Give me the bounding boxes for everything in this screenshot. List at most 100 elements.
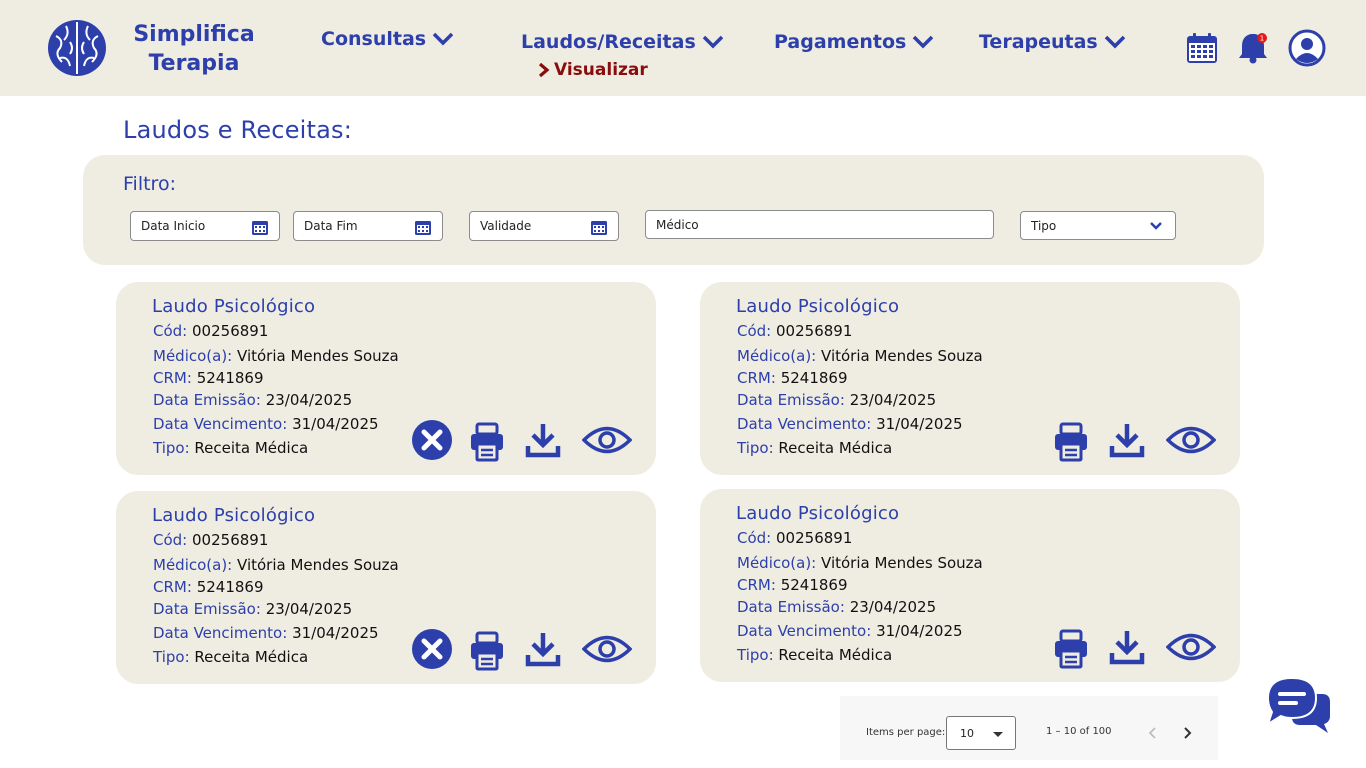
download-icon — [1109, 424, 1145, 458]
crm-row: CRM: 5241869 — [153, 369, 264, 387]
emissao-value: 23/04/2025 — [265, 600, 353, 618]
validade-field[interactable]: Validade — [469, 211, 619, 241]
tipo-value: Receita Médica — [778, 646, 893, 664]
nav-consultas-label: Consultas — [321, 28, 427, 50]
nav-consultas[interactable]: Consultas — [321, 28, 454, 50]
notification-badge: 1 — [1260, 35, 1264, 43]
calendar-icon[interactable] — [590, 218, 608, 236]
document-card: Laudo Psicológico Cód: 00256891 Médico(a… — [700, 489, 1240, 682]
chat-icon[interactable] — [1266, 676, 1330, 734]
nav-visualizar[interactable]: Visualizar — [538, 60, 648, 80]
page-title: Laudos e Receitas: — [123, 116, 353, 144]
tipo-row: Tipo: Receita Médica — [737, 439, 892, 457]
cod-row: Cód: 00256891 — [737, 322, 852, 340]
download-button[interactable] — [1109, 422, 1145, 458]
emissao-label: Data Emissão: — [737, 391, 845, 409]
validade-placeholder: Validade — [480, 219, 532, 233]
cod-value: 00256891 — [776, 529, 853, 547]
nav-laudos-receitas[interactable]: Laudos/Receitas — [521, 31, 724, 53]
view-button[interactable] — [582, 425, 632, 455]
view-button[interactable] — [1166, 632, 1216, 662]
crm-row: CRM: 5241869 — [737, 369, 848, 387]
chevron-down-icon — [432, 32, 454, 46]
tipo-select[interactable]: Tipo — [1020, 211, 1176, 240]
items-per-page-select[interactable]: 10 — [946, 716, 1016, 750]
printer-icon — [471, 422, 503, 462]
emissao-row: Data Emissão: 23/04/2025 — [153, 600, 352, 618]
card-title: Laudo Psicológico — [736, 296, 900, 317]
download-button[interactable] — [1109, 629, 1145, 665]
document-card: Laudo Psicológico Cód: 00256891 Médico(a… — [700, 282, 1240, 475]
page-range: 1 – 10 of 100 — [1046, 726, 1112, 737]
cod-value: 00256891 — [192, 322, 269, 340]
download-button[interactable] — [525, 422, 561, 458]
bell-icon[interactable]: 1 — [1238, 30, 1268, 64]
medico-row: Médico(a): Vitória Mendes Souza — [737, 347, 983, 365]
items-per-page-value: 10 — [960, 727, 974, 740]
medico-row: Médico(a): Vitória Mendes Souza — [153, 347, 399, 365]
brand-line-1: Simplifica — [133, 22, 255, 47]
download-icon — [1109, 631, 1145, 665]
emissao-value: 23/04/2025 — [849, 391, 937, 409]
crm-value: 5241869 — [196, 578, 264, 596]
nav-laudos-label: Laudos/Receitas — [521, 31, 696, 53]
view-button[interactable] — [582, 634, 632, 664]
medico-label: Médico(a): — [153, 347, 233, 365]
card-title: Laudo Psicológico — [736, 503, 900, 524]
vencimento-value: 31/04/2025 — [876, 415, 963, 433]
previous-page-button[interactable] — [1143, 723, 1163, 743]
view-button[interactable] — [1166, 425, 1216, 455]
data-fim-placeholder: Data Fim — [304, 219, 358, 233]
data-inicio-field[interactable]: Data Inicio — [130, 211, 280, 241]
user-avatar-icon[interactable] — [1288, 29, 1326, 67]
emissao-value: 23/04/2025 — [265, 391, 353, 409]
emissao-row: Data Emissão: 23/04/2025 — [153, 391, 352, 409]
nav-pagamentos[interactable]: Pagamentos — [774, 31, 934, 53]
print-button[interactable] — [469, 422, 505, 462]
vencimento-row: Data Vencimento: 31/04/2025 — [153, 624, 379, 642]
cancel-button[interactable] — [411, 628, 453, 670]
cod-value: 00256891 — [192, 531, 269, 549]
crm-row: CRM: 5241869 — [153, 578, 264, 596]
vencimento-value: 31/04/2025 — [292, 624, 379, 642]
vencimento-row: Data Vencimento: 31/04/2025 — [153, 415, 379, 433]
calendar-icon[interactable] — [1186, 32, 1218, 64]
print-button[interactable] — [469, 631, 505, 671]
tipo-placeholder: Tipo — [1031, 218, 1057, 233]
chevron-down-icon — [702, 35, 723, 49]
medico-value: Vitória Mendes Souza — [237, 556, 399, 574]
print-button[interactable] — [1053, 629, 1089, 669]
vencimento-label: Data Vencimento: — [737, 415, 872, 433]
data-inicio-placeholder: Data Inicio — [141, 219, 206, 233]
medico-label: Médico(a): — [737, 554, 817, 572]
emissao-row: Data Emissão: 23/04/2025 — [737, 391, 936, 409]
print-button[interactable] — [1053, 422, 1089, 462]
medico-value: Vitória Mendes Souza — [821, 554, 983, 572]
cod-value: 00256891 — [776, 322, 853, 340]
data-fim-field[interactable]: Data Fim — [293, 211, 443, 241]
emissao-value: 23/04/2025 — [849, 598, 937, 616]
download-icon — [525, 633, 561, 667]
crm-value: 5241869 — [196, 369, 264, 387]
calendar-icon[interactable] — [414, 218, 432, 236]
caret-down-icon — [993, 732, 1003, 737]
chevron-down-icon — [1104, 35, 1125, 49]
vencimento-row: Data Vencimento: 31/04/2025 — [737, 622, 963, 640]
vencimento-value: 31/04/2025 — [292, 415, 379, 433]
download-button[interactable] — [525, 631, 561, 667]
medico-field[interactable]: Médico — [645, 210, 994, 239]
filter-label: Filtro: — [123, 173, 176, 195]
emissao-row: Data Emissão: 23/04/2025 — [737, 598, 936, 616]
medico-row: Médico(a): Vitória Mendes Souza — [737, 554, 983, 572]
chevron-right-icon — [538, 63, 550, 77]
nav-terapeutas[interactable]: Terapeutas — [979, 31, 1126, 53]
tipo-row: Tipo: Receita Médica — [153, 648, 308, 666]
medico-placeholder: Médico — [656, 217, 699, 232]
tipo-value: Receita Médica — [778, 439, 893, 457]
tipo-label: Tipo: — [737, 439, 774, 457]
next-page-button[interactable] — [1177, 723, 1197, 743]
cancel-button[interactable] — [411, 419, 453, 461]
nav-pagamentos-label: Pagamentos — [774, 31, 907, 53]
chevron-down-icon — [1150, 222, 1162, 230]
calendar-icon[interactable] — [251, 218, 269, 236]
